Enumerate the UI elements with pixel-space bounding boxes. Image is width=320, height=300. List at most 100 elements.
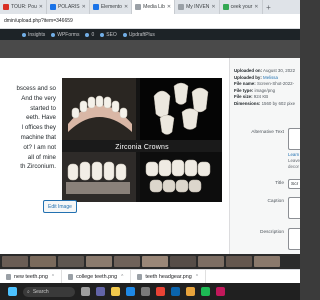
file-name: File name: Screen-Shot-2022- bbox=[234, 81, 300, 88]
admin-bar-seo[interactable]: SEO bbox=[100, 32, 117, 38]
close-icon[interactable]: ✕ bbox=[211, 4, 215, 10]
insights-icon bbox=[22, 32, 26, 37]
media-thumbnail[interactable] bbox=[86, 256, 112, 267]
modal-backdrop[interactable] bbox=[0, 40, 300, 58]
screen: TOUR: Pou ✕ POLARIS ✕ Elemento ✕ Media L… bbox=[0, 0, 300, 300]
close-icon[interactable]: ✕ bbox=[39, 4, 43, 10]
task-view-icon[interactable] bbox=[81, 287, 90, 296]
learn-link[interactable]: Learn bbox=[288, 152, 299, 157]
alt-hint-text: Leave bbox=[288, 158, 300, 163]
description-field[interactable] bbox=[288, 228, 300, 250]
favicon-icon bbox=[178, 4, 185, 10]
admin-bar-label: WPForms bbox=[57, 31, 80, 38]
meta-label: Uploaded by: bbox=[234, 74, 262, 80]
mail-icon[interactable] bbox=[171, 287, 180, 296]
browser-tab[interactable]: POLARIS ✕ bbox=[47, 0, 90, 14]
body-line: started to bbox=[30, 104, 56, 112]
url-text: dmin/upload.php?item=346659 bbox=[4, 18, 73, 24]
browser-tab[interactable]: TOUR: Pou ✕ bbox=[0, 0, 47, 14]
close-icon[interactable]: ✕ bbox=[254, 4, 258, 10]
tab-label: TOUR: Pou bbox=[11, 4, 37, 10]
uploader-link[interactable]: Melissa bbox=[263, 75, 278, 80]
file-icon bbox=[6, 273, 11, 280]
title-row: Title Scr bbox=[234, 179, 300, 189]
spotify-icon[interactable] bbox=[201, 287, 210, 296]
chrome-icon[interactable] bbox=[156, 287, 165, 296]
taskbar-search[interactable]: ⌕ Search bbox=[23, 286, 75, 297]
tab-label: ceek your bbox=[230, 4, 253, 10]
admin-bar-updraftplus[interactable]: UpdraftPlus bbox=[122, 32, 155, 38]
download-label: college teeth.png bbox=[76, 273, 118, 280]
dimensions: Dimensions: 1560 by 602 pixe bbox=[234, 101, 300, 108]
wpforms-icon bbox=[51, 32, 56, 37]
os-taskbar: ⌕ Search bbox=[0, 283, 300, 300]
zirconia-crowns-photo bbox=[62, 78, 222, 202]
attachment-details-modal: bscess and so And the very started to ee… bbox=[0, 58, 300, 254]
file-explorer-icon[interactable] bbox=[111, 287, 120, 296]
browser-tab[interactable]: Elemento ✕ bbox=[90, 0, 133, 14]
tab-label: My INVEN bbox=[186, 4, 210, 10]
alt-text-label: Alternative Text bbox=[251, 130, 284, 135]
media-thumbnail[interactable] bbox=[114, 256, 140, 267]
favicon-icon bbox=[135, 4, 142, 10]
download-item[interactable]: new teeth.png ⌃ bbox=[0, 269, 63, 284]
new-tab-button[interactable]: + bbox=[263, 0, 275, 14]
media-thumbnail[interactable] bbox=[30, 256, 56, 267]
windows-start-icon[interactable] bbox=[8, 287, 17, 296]
download-item[interactable]: teeth headgear.png ⌃ bbox=[131, 269, 207, 284]
download-item[interactable]: college teeth.png ⌃ bbox=[62, 269, 132, 284]
close-icon[interactable]: ✕ bbox=[167, 4, 171, 10]
admin-bar-label: SEO bbox=[106, 31, 117, 38]
teams-icon[interactable] bbox=[96, 287, 105, 296]
close-icon[interactable]: ✕ bbox=[124, 4, 128, 10]
address-bar[interactable]: dmin/upload.php?item=346659 bbox=[0, 14, 300, 29]
store-icon[interactable] bbox=[141, 287, 150, 296]
browser-tab[interactable]: My INVEN ✕ bbox=[175, 0, 220, 14]
close-icon[interactable]: ✕ bbox=[82, 4, 86, 10]
admin-bar-insights[interactable]: Insights bbox=[22, 32, 45, 38]
meta-value: 924 KB bbox=[253, 94, 269, 100]
alt-text-field[interactable] bbox=[288, 128, 300, 150]
title-field[interactable]: Scr bbox=[288, 179, 300, 189]
chevron-up-icon[interactable]: ⌃ bbox=[120, 274, 124, 280]
description-label: Description bbox=[260, 230, 284, 235]
media-thumbnail[interactable] bbox=[226, 256, 252, 267]
meta-label: Dimensions: bbox=[234, 100, 261, 106]
admin-bar-label: Insights bbox=[28, 31, 46, 38]
tab-label: Media Lib bbox=[143, 4, 165, 10]
photos-icon[interactable] bbox=[186, 287, 195, 296]
browser-tab-strip: TOUR: Pou ✕ POLARIS ✕ Elemento ✕ Media L… bbox=[0, 0, 300, 14]
browser-tab[interactable]: ceek your ✕ bbox=[220, 0, 263, 14]
chevron-up-icon[interactable]: ⌃ bbox=[51, 274, 55, 280]
media-thumbnail[interactable] bbox=[254, 256, 280, 267]
body-line: ot? I am not bbox=[23, 143, 56, 151]
downloads-bar: new teeth.png ⌃ college teeth.png ⌃ teet… bbox=[0, 269, 300, 284]
media-thumbnail[interactable] bbox=[2, 256, 28, 267]
comment-icon bbox=[85, 32, 90, 37]
body-line: all of mine bbox=[27, 153, 56, 161]
file-size: File size: 924 KB bbox=[234, 94, 300, 101]
meta-label: File name: bbox=[234, 81, 256, 87]
image-caption-text: Zirconia Crowns bbox=[115, 144, 169, 151]
admin-bar-wpforms[interactable]: WPForms bbox=[51, 32, 79, 38]
browser-tab-active[interactable]: Media Lib ✕ bbox=[132, 0, 176, 14]
meta-value: image/png bbox=[254, 87, 276, 93]
download-label: new teeth.png bbox=[14, 273, 48, 280]
favicon-icon bbox=[3, 4, 9, 10]
meta-value: 1560 by 602 pixe bbox=[261, 100, 296, 106]
media-thumbnail[interactable] bbox=[142, 256, 168, 267]
media-thumbnail[interactable] bbox=[58, 256, 84, 267]
media-thumbnail[interactable] bbox=[170, 256, 196, 267]
edge-icon[interactable] bbox=[126, 287, 135, 296]
media-thumbnail[interactable] bbox=[198, 256, 224, 267]
admin-bar-notifications[interactable]: 0 bbox=[85, 32, 94, 38]
chevron-up-icon[interactable]: ⌃ bbox=[195, 274, 199, 280]
app-icon[interactable] bbox=[216, 287, 225, 296]
favicon-icon bbox=[222, 4, 229, 10]
meta-value: August 30, 2022 bbox=[263, 68, 296, 73]
meta-label: File type: bbox=[234, 87, 254, 93]
favicon-icon bbox=[49, 4, 56, 10]
caption-field[interactable] bbox=[288, 197, 300, 219]
edit-image-button[interactable]: Edit Image bbox=[43, 200, 77, 213]
wp-admin-bar: Insights WPForms 0 SEO UpdraftPlus bbox=[0, 29, 300, 40]
